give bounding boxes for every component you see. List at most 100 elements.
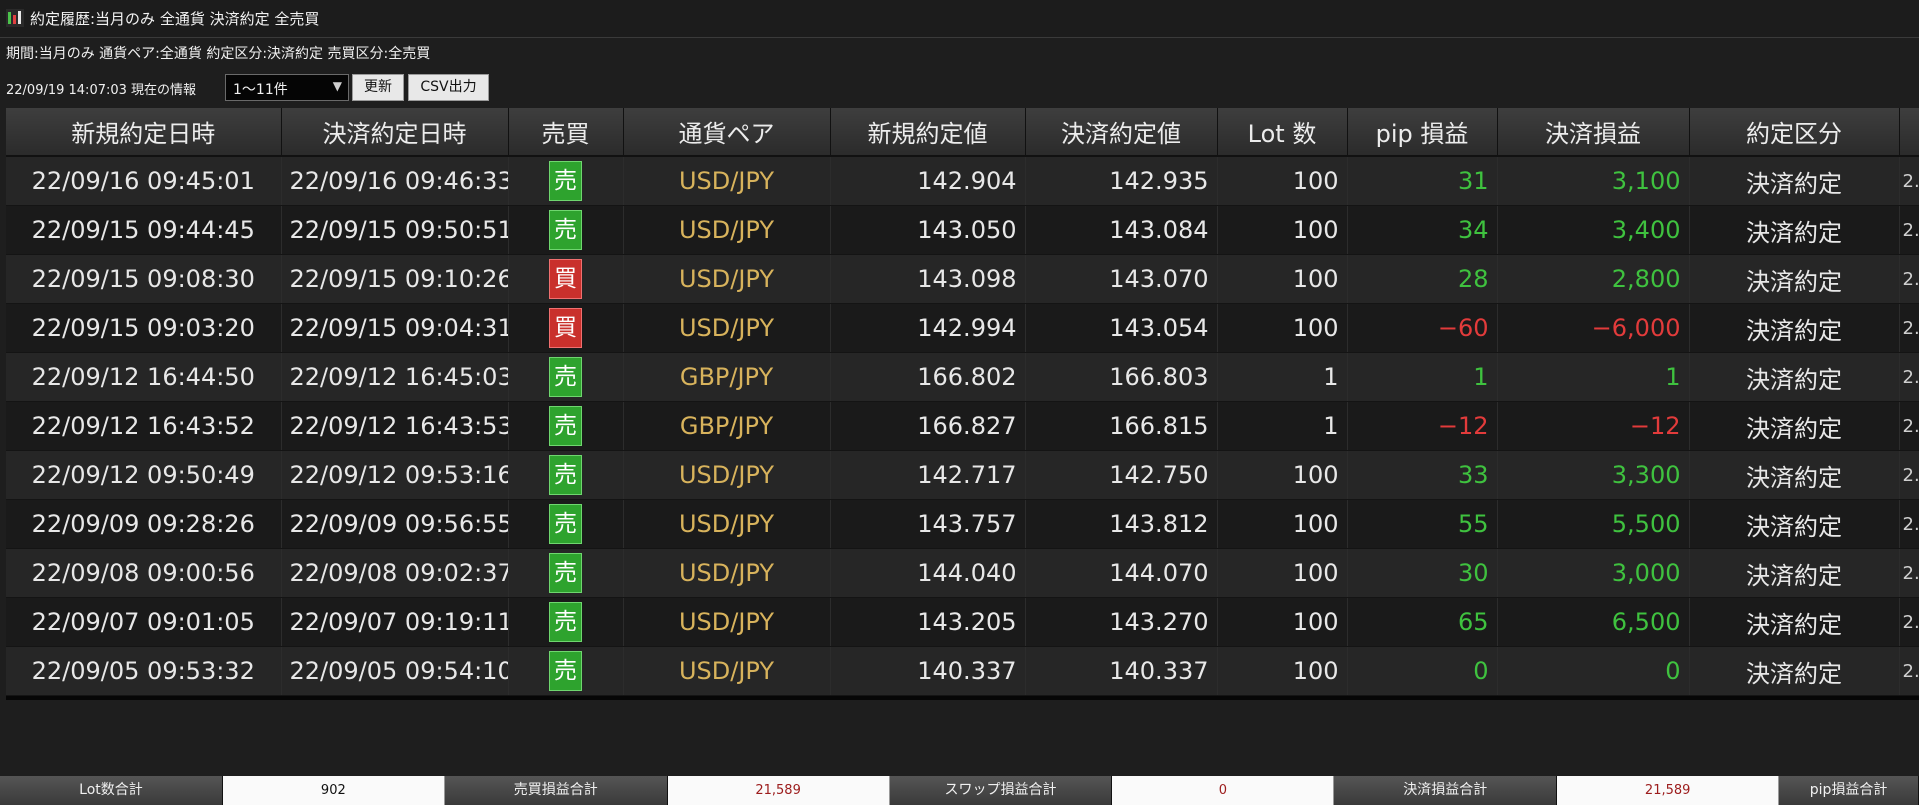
cell-close-price: 143.084 [1025,205,1218,255]
cell-lots: 100 [1217,646,1348,696]
cell-overflow: 2. [1899,401,1919,451]
title-bar: 約定履歴:当月のみ 全通貨 決済約定 全売買 [0,0,1919,38]
cell-overflow: 2. [1899,597,1919,647]
col-header-open-price[interactable]: 新規約定値 [830,108,1026,157]
cell-open-price: 166.827 [830,401,1026,451]
csv-export-button[interactable]: CSV出力 [408,74,489,101]
cell-side: 売 [508,205,624,255]
cell-lots: 100 [1217,548,1348,598]
cell-kind: 決済約定 [1689,548,1900,598]
sell-badge: 売 [549,651,582,691]
cell-close-time: 22/09/09 09:56:55 [281,499,509,549]
col-header-lots[interactable]: Lot 数 [1217,108,1348,157]
table-row[interactable]: 22/09/05 09:53:32 22/09/05 09:54:10 売 USD/J… [6,646,1919,696]
cell-overflow: 2. [1899,205,1919,255]
cell-pl: 6,500 [1497,597,1690,647]
cell-lots: 1 [1217,401,1348,451]
cell-open-time: 22/09/12 09:50:49 [6,450,282,500]
cell-close-price: 143.270 [1025,597,1218,647]
table-row[interactable]: 22/09/16 09:45:01 22/09/16 09:46:33 売 USD/J… [6,156,1919,206]
total-value: 21,589 [1557,776,1780,805]
table-row[interactable]: 22/09/15 09:03:20 22/09/15 09:04:31 買 USD/J… [6,303,1919,353]
cell-pl: −12 [1497,401,1690,451]
cell-close-price: 142.935 [1025,156,1218,206]
sell-badge: 売 [549,406,582,446]
col-header-pl[interactable]: 決済損益 [1497,108,1690,157]
sell-badge: 売 [549,553,582,593]
table-row[interactable]: 22/09/07 09:01:05 22/09/07 09:19:11 売 USD/J… [6,597,1919,647]
cell-pl: 2,800 [1497,254,1690,304]
cell-open-time: 22/09/16 09:45:01 [6,156,282,206]
col-header-close-time[interactable]: 決済約定日時 [281,108,509,157]
col-header-side[interactable]: 売買 [508,108,624,157]
cell-pair: USD/JPY [623,303,831,353]
cell-lots: 100 [1217,450,1348,500]
cell-open-time: 22/09/05 09:53:32 [6,646,282,696]
cell-side: 売 [508,401,624,451]
sell-badge: 売 [549,161,582,201]
cell-kind: 決済約定 [1689,156,1900,206]
cell-pips: 30 [1347,548,1498,598]
col-header-pair[interactable]: 通貨ペア [623,108,831,157]
cell-close-time: 22/09/15 09:10:26 [281,254,509,304]
table-row[interactable]: 22/09/08 09:00:56 22/09/08 09:02:37 売 USD/J… [6,548,1919,598]
cell-kind: 決済約定 [1689,352,1900,402]
cell-open-price: 143.205 [830,597,1026,647]
total-label: Lot数合計 [0,776,223,805]
cell-side: 売 [508,548,624,598]
cell-open-time: 22/09/07 09:01:05 [6,597,282,647]
sell-badge: 売 [549,210,582,250]
cell-pair: USD/JPY [623,156,831,206]
cell-close-price: 166.815 [1025,401,1218,451]
trade-table: 新規約定日時 決済約定日時 売買 通貨ペア 新規約定値 決済約定値 Lot 数 … [6,108,1919,696]
col-header-open-time[interactable]: 新規約定日時 [6,108,282,157]
window-title: 約定履歴:当月のみ 全通貨 決済約定 全売買 [30,10,320,28]
cell-open-price: 142.717 [830,450,1026,500]
cell-open-price: 142.994 [830,303,1026,353]
buy-badge: 買 [549,308,582,348]
total-label: 決済損益合計 [1334,776,1558,805]
cell-kind: 決済約定 [1689,597,1900,647]
cell-close-time: 22/09/12 09:53:16 [281,450,509,500]
cell-overflow: 2. [1899,499,1919,549]
col-header-overflow [1899,108,1919,157]
table-row[interactable]: 22/09/09 09:28:26 22/09/09 09:56:55 売 USD/J… [6,499,1919,549]
table-row[interactable]: 22/09/12 16:43:52 22/09/12 16:43:53 売 GBP/J… [6,401,1919,451]
cell-overflow: 2. [1899,254,1919,304]
col-header-kind[interactable]: 約定区分 [1689,108,1900,157]
cell-pl: 0 [1497,646,1690,696]
cell-kind: 決済約定 [1689,499,1900,549]
cell-side: 買 [508,303,624,353]
cell-open-time: 22/09/08 09:00:56 [6,548,282,598]
table-row[interactable]: 22/09/12 09:50:49 22/09/12 09:53:16 売 USD/J… [6,450,1919,500]
chevron-down-icon: ▼ [332,79,342,93]
cell-pair: USD/JPY [623,254,831,304]
col-header-close-price[interactable]: 決済約定値 [1025,108,1218,157]
table-row[interactable]: 22/09/15 09:44:45 22/09/15 09:50:51 売 USD/J… [6,205,1919,255]
sell-badge: 売 [549,602,582,642]
cell-pair: USD/JPY [623,499,831,549]
table-row[interactable]: 22/09/12 16:44:50 22/09/12 16:45:03 売 GBP/J… [6,352,1919,402]
cell-side: 売 [508,646,624,696]
cell-close-time: 22/09/12 16:45:03 [281,352,509,402]
cell-kind: 決済約定 [1689,205,1900,255]
cell-close-time: 22/09/15 09:04:31 [281,303,509,353]
cell-open-time: 22/09/15 09:08:30 [6,254,282,304]
info-timestamp: 22/09/19 14:07:03 現在の情報 [6,83,197,98]
col-header-pips[interactable]: pip 損益 [1347,108,1498,157]
cell-pair: USD/JPY [623,646,831,696]
cell-close-time: 22/09/16 09:46:33 [281,156,509,206]
cell-side: 売 [508,499,624,549]
table-row[interactable]: 22/09/15 09:08:30 22/09/15 09:10:26 買 USD/J… [6,254,1919,304]
range-select[interactable]: 1〜11件 ▼ [225,74,349,101]
cell-pl: 3,000 [1497,548,1690,598]
cell-side: 買 [508,254,624,304]
cell-pl: 1 [1497,352,1690,402]
total-label: pip損益合計 [1779,776,1919,805]
cell-pips: 65 [1347,597,1498,647]
cell-close-price: 140.337 [1025,646,1218,696]
cell-lots: 100 [1217,499,1348,549]
refresh-button[interactable]: 更新 [352,74,404,101]
cell-close-price: 143.070 [1025,254,1218,304]
cell-overflow: 2. [1899,646,1919,696]
